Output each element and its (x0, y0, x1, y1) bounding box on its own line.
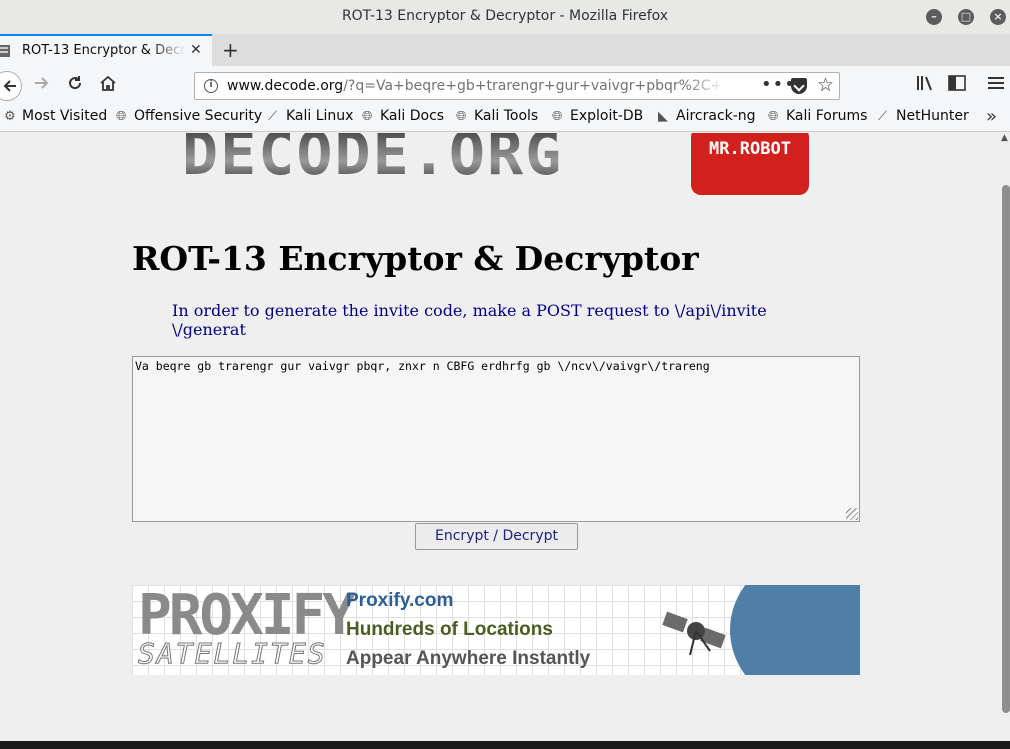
url-path: /?q=Va+beqre+gb+trarengr+gur+vaivgr+pbqr… (343, 78, 725, 94)
kali-icon: ⟋ (878, 109, 888, 124)
encrypt-decrypt-button[interactable]: Encrypt / Decrypt (415, 523, 578, 550)
bookmarks-toolbar: ⚙ Most Visited 🌐︎ Offensive Security ⟋ Kali… (0, 104, 1010, 132)
ad-brand-bottom: SATELLITES (138, 637, 327, 671)
address-bar[interactable]: i www.decode.org/?q=Va+beqre+gb+trarengr… (194, 72, 840, 100)
close-tab-icon[interactable]: ✕ (190, 42, 202, 58)
page-content: DECODE.ORG MR.ROBOT ROT-13 Encryptor & D… (0, 133, 1000, 741)
reload-icon (69, 76, 82, 90)
close-window-button[interactable]: × (990, 9, 1006, 25)
aircrack-icon: ◣ (658, 109, 668, 124)
globe-icon (730, 585, 860, 675)
globe-icon: 🌐︎ (552, 109, 563, 124)
kali-icon: ⟋ (268, 109, 278, 124)
site-logo[interactable]: DECODE.ORG (182, 133, 672, 195)
taskbar-strip (0, 741, 1010, 749)
ad-line-tagline: Appear Anywhere Instantly (346, 648, 591, 669)
mr-robot-badge-text: MR.ROBOT (709, 139, 791, 159)
more-bookmarks-chevron-icon[interactable]: » (986, 106, 997, 127)
library-icon[interactable] (916, 75, 934, 95)
cipher-textarea[interactable]: Va beqre gb trarengr gur vaivgr pbqr, zn… (132, 356, 860, 522)
window-titlebar: ROT-13 Encryptor & Decryptor - Mozilla F… (0, 0, 1010, 34)
sidebar-icon[interactable] (948, 75, 966, 95)
forward-arrow-icon (35, 77, 49, 89)
invite-notice: In order to generate the invite code, ma… (172, 301, 767, 339)
scroll-up-arrow-icon[interactable]: ▲ (1001, 133, 1008, 143)
page-favicon-icon (0, 45, 10, 57)
bookmark-kali-docs[interactable]: 🌐︎ Kali Docs (362, 108, 444, 124)
window-title: ROT-13 Encryptor & Decryptor - Mozilla F… (341, 8, 669, 24)
maximize-button[interactable]: □ (958, 9, 974, 25)
bookmark-aircrack-ng[interactable]: ◣ Aircrack-ng (658, 108, 756, 124)
globe-icon: 🌐︎ (768, 109, 779, 124)
resize-grip-icon[interactable] (846, 508, 858, 520)
bookmark-exploit-db[interactable]: 🌐︎ Exploit-DB (552, 108, 643, 124)
page-scrollbar[interactable]: ▲ (1000, 133, 1010, 741)
bookmark-most-visited[interactable]: ⚙ Most Visited (4, 108, 107, 124)
globe-icon: 🌐︎ (116, 109, 127, 124)
globe-icon: 🌐︎ (456, 109, 467, 124)
bookmark-nethunter[interactable]: ⟋ NetHunter (878, 108, 969, 124)
back-button[interactable] (0, 71, 22, 101)
mr-robot-badge[interactable]: MR.ROBOT (691, 133, 809, 195)
bookmark-kali-tools[interactable]: 🌐︎ Kali Tools (456, 108, 538, 124)
back-arrow-icon (3, 80, 16, 92)
ad-line-locations: Hundreds of Locations (346, 619, 553, 640)
ad-line-url: Proxify.com (346, 590, 454, 611)
bookmark-star-icon[interactable]: ☆ (817, 74, 834, 96)
navigation-toolbar: i www.decode.org/?q=Va+beqre+gb+trarengr… (0, 66, 1010, 104)
gear-icon: ⚙ (4, 109, 16, 124)
bookmark-kali-linux[interactable]: ⟋ Kali Linux (268, 108, 353, 124)
pocket-icon[interactable] (791, 78, 807, 94)
site-logo-text: DECODE.ORG (182, 133, 563, 189)
reload-button[interactable] (67, 75, 83, 96)
minimize-button[interactable]: – (926, 9, 942, 25)
home-button[interactable] (99, 75, 117, 96)
globe-icon: 🌐︎ (362, 109, 373, 124)
bookmark-offensive-security[interactable]: 🌐︎ Offensive Security (116, 108, 262, 124)
tab-strip: ROT-13 Encryptor & Decryptor ✕ + (0, 34, 1010, 66)
url-host: www.decode.org (227, 78, 344, 94)
forward-button[interactable] (34, 75, 50, 95)
hamburger-menu-icon[interactable] (988, 75, 1004, 94)
satellite-icon (662, 611, 726, 656)
url-text[interactable]: www.decode.org/?q=Va+beqre+gb+trarengr+g… (227, 78, 725, 94)
page-title: ROT-13 Encryptor & Decryptor (132, 239, 699, 278)
proxify-ad-banner[interactable]: PROXIFY SATELLITES Proxify.com Hundreds … (132, 585, 860, 675)
site-info-icon[interactable]: i (204, 79, 218, 93)
new-tab-button[interactable]: + (222, 38, 239, 62)
bookmark-kali-forums[interactable]: 🌐︎ Kali Forums (768, 108, 867, 124)
home-icon (100, 75, 116, 91)
cipher-text: Va beqre gb trarengr gur vaivgr pbqr, zn… (135, 359, 710, 373)
scrollbar-thumb[interactable] (1002, 185, 1010, 713)
tab-rot13[interactable]: ROT-13 Encryptor & Decryptor ✕ (0, 34, 212, 66)
